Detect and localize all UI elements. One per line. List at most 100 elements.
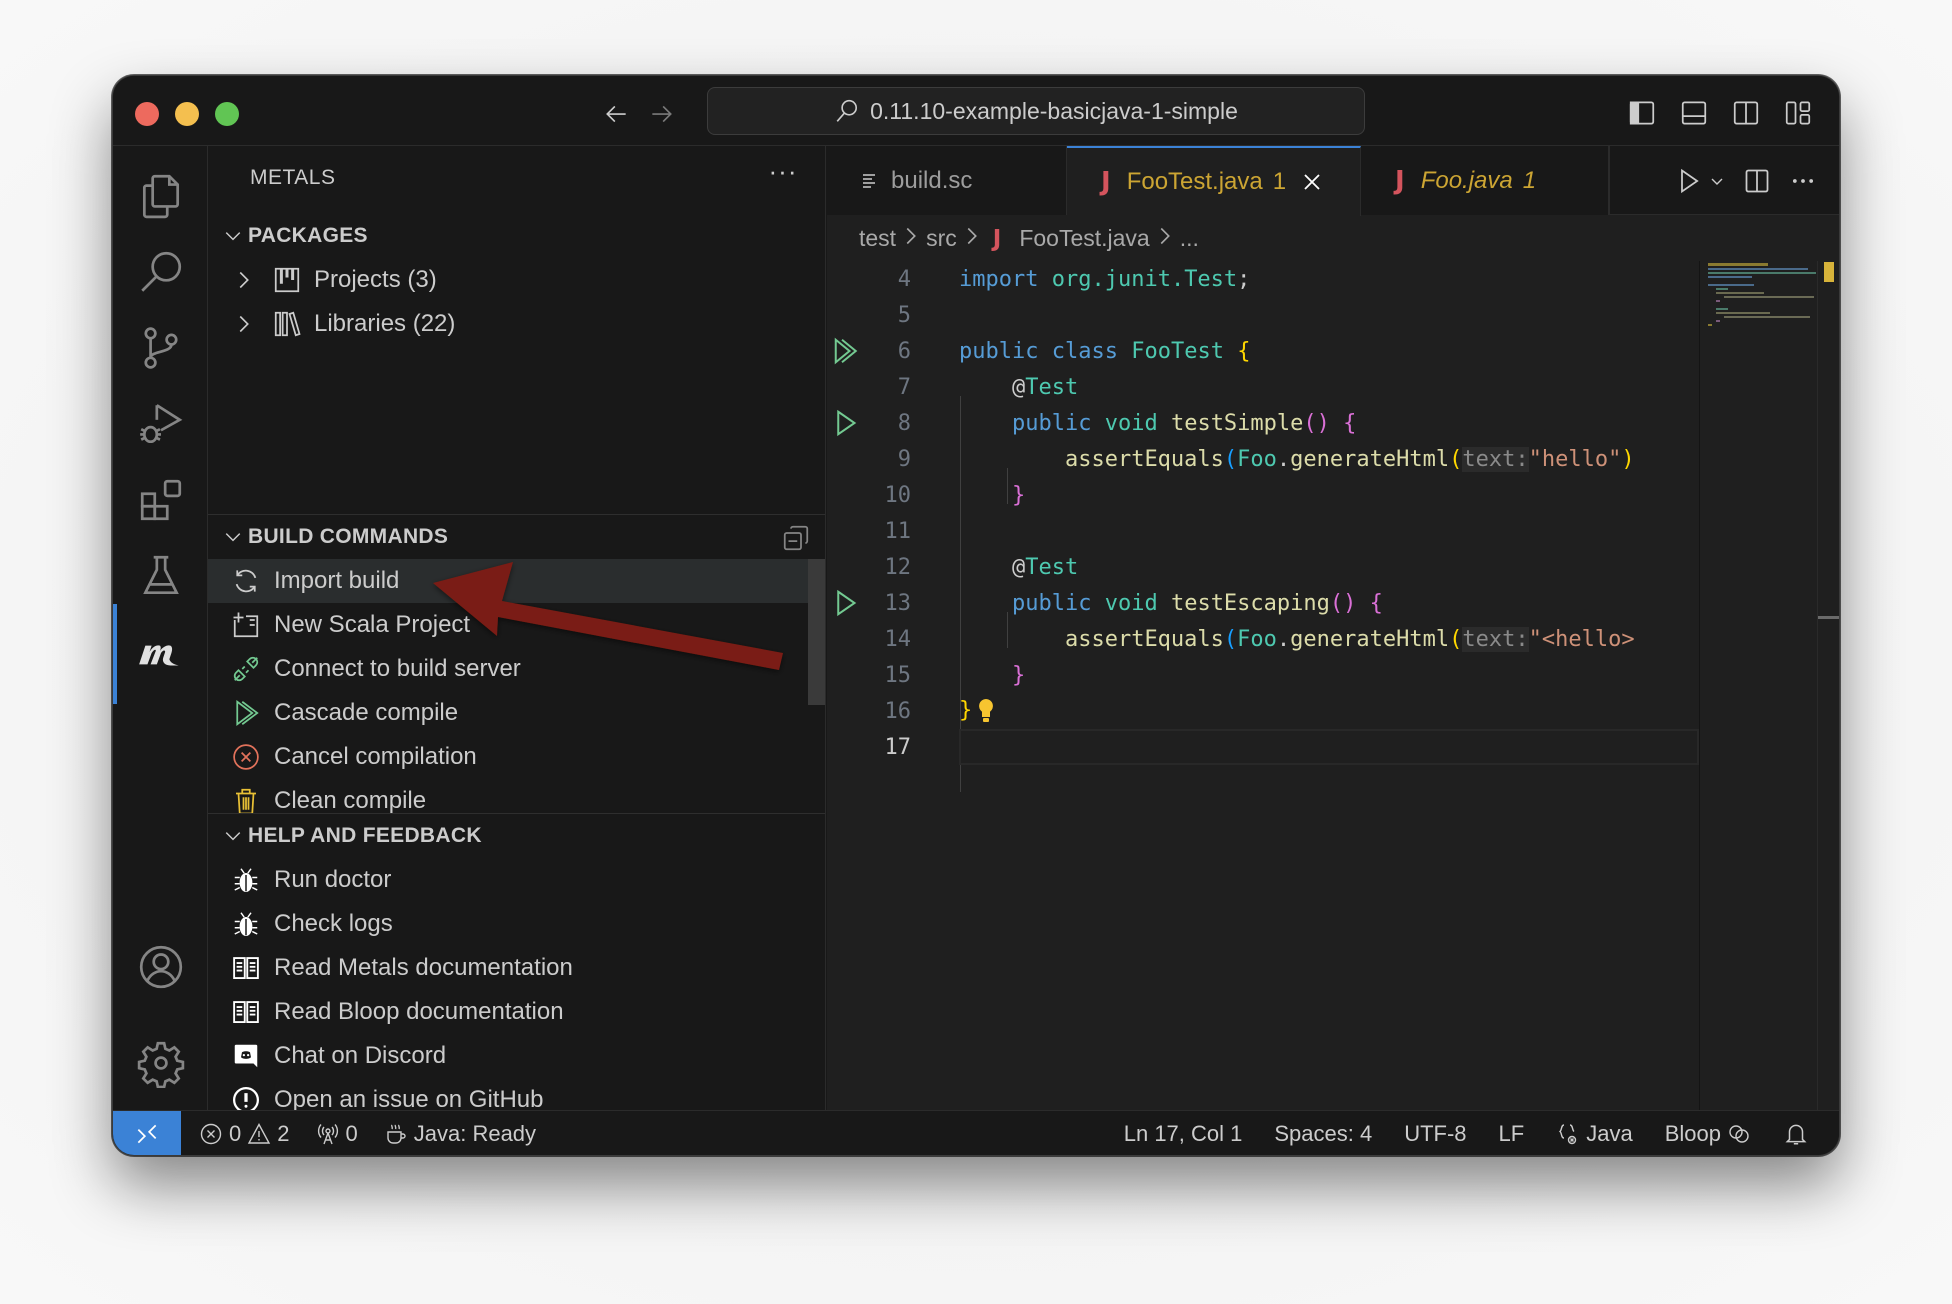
minimap-line: [1716, 308, 1728, 310]
sidebar-title: METALS: [250, 166, 336, 189]
cmd-cancel-compilation[interactable]: Cancel compilation: [208, 735, 808, 779]
cmd-label: Cancel compilation: [274, 743, 477, 770]
editor-actions: [1609, 146, 1839, 215]
breadcrumb-item[interactable]: FooTest.java: [1019, 225, 1149, 252]
code-line-current: 17: [827, 729, 1699, 765]
packages-header-label: PACKAGES: [248, 224, 368, 247]
tab-foo-java[interactable]: J Foo.java 1: [1361, 146, 1609, 215]
java-status-indicator[interactable]: Java: Ready: [384, 1121, 536, 1147]
files-icon: [142, 174, 179, 219]
chevron-down-icon[interactable]: [1709, 173, 1725, 189]
tab-build-sc[interactable]: build.sc: [827, 146, 1067, 215]
split-editor-icon[interactable]: [1743, 167, 1771, 195]
indentation[interactable]: Spaces: 4: [1274, 1121, 1372, 1147]
build-commands-section-header[interactable]: BUILD COMMANDS: [208, 515, 825, 559]
breadcrumb: test src J FooTest.java ...: [827, 216, 1839, 261]
layout-icon: [1785, 101, 1811, 125]
breadcrumb-item[interactable]: src: [926, 225, 957, 252]
line-number: 15: [884, 662, 912, 688]
packages-section-header[interactable]: PACKAGES: [208, 214, 825, 258]
chevron-down-icon: [208, 227, 248, 245]
tree-item-libraries[interactable]: Libraries (22): [208, 302, 825, 346]
tree-item-label: Projects (3): [314, 266, 437, 293]
minimap-line: [1716, 288, 1728, 290]
code-editor[interactable]: 4 import org.junit.Test; 5 6 public clas…: [827, 261, 1699, 1110]
command-center-search[interactable]: 0.11.10-example-basicjava-1-simple: [707, 87, 1365, 135]
activity-run-debug[interactable]: [113, 386, 208, 462]
cmd-cascade-compile[interactable]: Cascade compile: [208, 691, 808, 735]
line-number: 6: [897, 338, 911, 364]
help-header-label: HELP AND FEEDBACK: [248, 824, 482, 847]
code-line: 8 public void testSimple() {: [827, 405, 1699, 441]
toggle-primary-sidebar-button[interactable]: [1625, 96, 1659, 130]
maximize-window-button[interactable]: [215, 102, 239, 126]
activity-metals[interactable]: [113, 604, 208, 704]
cmd-chat-discord[interactable]: Chat on Discord: [208, 1034, 808, 1078]
cmd-read-metals-docs[interactable]: Read Metals documentation: [208, 946, 808, 990]
line-number: 14: [884, 626, 912, 652]
activity-manage[interactable]: [113, 1025, 208, 1101]
breadcrumb-item[interactable]: test: [859, 225, 896, 252]
end-of-line[interactable]: LF: [1499, 1121, 1525, 1147]
toggle-secondary-sidebar-button[interactable]: [1729, 96, 1763, 130]
build-server-indicator[interactable]: Bloop: [1665, 1121, 1751, 1147]
language-mode[interactable]: Java: [1556, 1121, 1633, 1147]
cmd-label: Read Metals documentation: [274, 954, 573, 981]
forward-button[interactable]: [643, 96, 679, 132]
activity-search[interactable]: [113, 234, 208, 310]
activity-accounts[interactable]: [113, 929, 208, 1005]
toggle-panel-button[interactable]: [1677, 96, 1711, 130]
minimap-line: [1716, 312, 1770, 314]
activity-testing[interactable]: [113, 538, 208, 614]
cmd-connect-build-server[interactable]: Connect to build server: [208, 647, 808, 691]
book-icon: [230, 952, 262, 984]
line-number: 16: [884, 698, 912, 724]
code-line: 15 }: [827, 657, 1699, 693]
collapse-all-icon[interactable]: [781, 523, 811, 553]
bell-icon[interactable]: [1783, 1121, 1809, 1147]
encoding[interactable]: UTF-8: [1404, 1121, 1466, 1147]
tree-item-projects[interactable]: Projects (3): [208, 258, 825, 302]
breadcrumb-item[interactable]: ...: [1180, 225, 1199, 252]
back-button[interactable]: [599, 96, 635, 132]
bug-icon: [230, 908, 262, 940]
ports-indicator[interactable]: 0: [316, 1121, 358, 1147]
minimize-window-button[interactable]: [175, 102, 199, 126]
minimap-line: [1716, 292, 1764, 294]
cmd-read-bloop-docs[interactable]: Read Bloop documentation: [208, 990, 808, 1034]
minimap-line: [1708, 272, 1816, 274]
activity-explorer[interactable]: [113, 158, 208, 234]
customize-layout-button[interactable]: [1781, 96, 1815, 130]
cmd-check-logs[interactable]: Check logs: [208, 902, 808, 946]
chevron-right-icon: [236, 270, 258, 290]
remote-indicator-button[interactable]: [113, 1110, 181, 1155]
minimap-line: [1708, 268, 1808, 270]
tab-footest-java[interactable]: J FooTest.java 1: [1067, 146, 1361, 216]
minimap-line: [1724, 296, 1814, 298]
more-actions-icon[interactable]: [1789, 167, 1817, 195]
cmd-open-github-issue[interactable]: Open an issue on GitHub: [208, 1078, 808, 1110]
minimap[interactable]: [1699, 261, 1817, 1110]
sidebar-more-actions-button[interactable]: ···: [763, 158, 803, 192]
java-icon: J: [1395, 165, 1405, 196]
cmd-new-scala-project[interactable]: New Scala Project: [208, 603, 808, 647]
cmd-import-build[interactable]: Import build: [208, 559, 808, 603]
problems-indicator[interactable]: 0 2: [199, 1121, 290, 1147]
close-tab-button[interactable]: [1300, 170, 1324, 194]
help-section-header[interactable]: HELP AND FEEDBACK: [208, 814, 825, 858]
close-window-button[interactable]: [135, 102, 159, 126]
cursor-position[interactable]: Ln 17, Col 1: [1124, 1121, 1243, 1147]
activity-source-control[interactable]: [113, 310, 208, 386]
activity-extensions[interactable]: [113, 462, 208, 538]
code-line: 10 }: [827, 477, 1699, 513]
lightbulb-icon[interactable]: [976, 697, 996, 725]
editor-group: build.sc J FooTest.java 1 J Foo.java 1 t…: [827, 146, 1839, 1110]
project-icon: [272, 265, 302, 295]
line-number: 7: [897, 374, 911, 400]
overview-ruler[interactable]: [1817, 261, 1839, 1110]
line-number: 8: [897, 410, 911, 436]
cmd-run-doctor[interactable]: Run doctor: [208, 858, 808, 902]
sidebar-scrollbar[interactable]: [808, 559, 825, 705]
run-icon[interactable]: [1675, 167, 1703, 195]
line-number: 17: [884, 734, 912, 760]
